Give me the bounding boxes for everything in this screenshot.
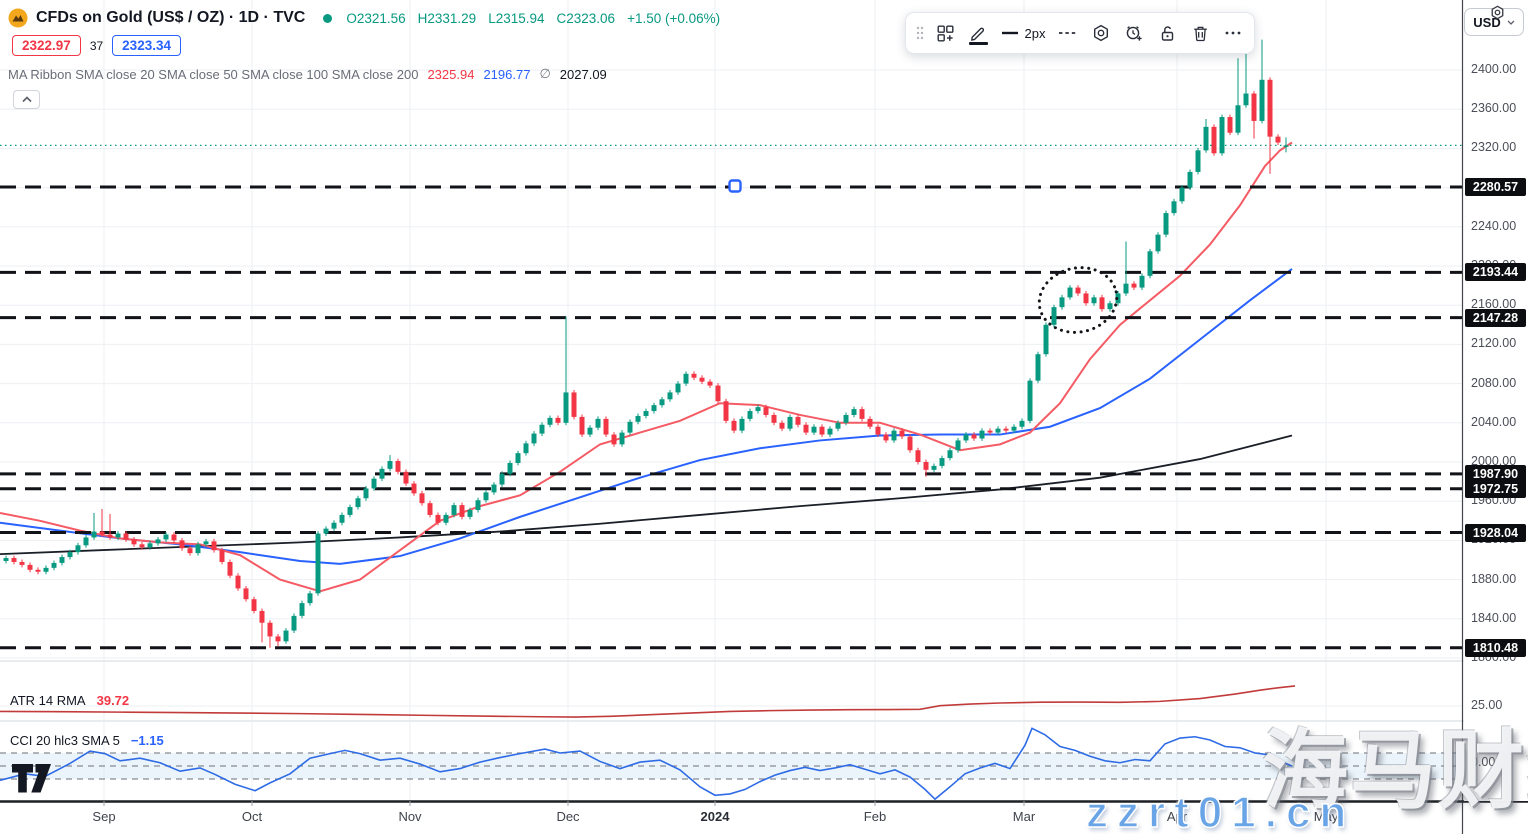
price-level-badge: 2193.44	[1465, 263, 1526, 281]
tradingview-logo[interactable]	[12, 764, 52, 793]
price-tick-label: 2240.00	[1471, 219, 1516, 233]
line-style-button[interactable]	[1052, 18, 1084, 48]
price-tick-label: 2320.00	[1471, 140, 1516, 154]
price-level-badge: 2147.28	[1465, 309, 1526, 327]
price-tick-label: 2360.00	[1471, 101, 1516, 115]
price-tick-label: 1880.00	[1471, 572, 1516, 586]
ohlc-close: C2323.06	[557, 11, 616, 26]
settings-gear-icon	[1092, 24, 1110, 42]
cci-legend-row[interactable]: CCI 20 hlc3 SMA 5 −1.15	[10, 733, 164, 748]
ma-ribbon-sma20-value: 2325.94	[427, 67, 474, 82]
pencil-icon	[970, 25, 987, 42]
gear-icon	[1490, 5, 1505, 20]
toolbar-drag-handle[interactable]	[912, 18, 928, 48]
timezone-settings-button[interactable]	[1490, 5, 1505, 25]
chevron-up-icon	[22, 96, 32, 103]
lock-drawing-button[interactable]	[1151, 18, 1183, 48]
ma-ribbon-lines	[0, 143, 1292, 592]
drawing-template-button[interactable]	[929, 18, 961, 48]
ma-ribbon-sma50-value: 2196.77	[483, 67, 530, 82]
grid-lines	[0, 0, 1462, 801]
ma-ribbon-label: MA Ribbon SMA close 20 SMA close 50 SMA …	[8, 67, 418, 82]
price-tick-label: 2080.00	[1471, 376, 1516, 390]
price-level-badge: 1928.04	[1465, 524, 1526, 542]
ohlc-change: +1.50 (+0.06%)	[627, 11, 720, 26]
template-icon	[937, 25, 954, 42]
support-resistance-lines[interactable]	[0, 187, 1462, 648]
dashed-line-icon	[1058, 30, 1078, 36]
time-tick-label: Dec	[556, 809, 579, 824]
market-status-dot[interactable]	[323, 14, 332, 23]
indicator-lines	[0, 686, 1295, 799]
price-tick-label: 1840.00	[1471, 611, 1516, 625]
symbol-legend-row: CFDs on Gold (US$ / OZ) · 1D · TVC O2321…	[8, 8, 720, 28]
ohlc-low: L2315.94	[488, 11, 544, 26]
legend-collapse-button[interactable]	[13, 90, 40, 109]
price-tick-label: 2400.00	[1471, 62, 1516, 76]
atr-value: 39.72	[97, 693, 130, 708]
add-alert-button[interactable]	[1118, 18, 1150, 48]
line-width-icon	[1001, 30, 1019, 36]
price-axis[interactable]: 2400.002360.002320.002280.002240.002200.…	[1464, 0, 1528, 801]
ohlc-open: O2321.56	[346, 11, 405, 26]
ma-ribbon-sma100-value: 2027.09	[560, 67, 607, 82]
watermark-site-url: zzrt01.cn	[1086, 788, 1355, 834]
time-tick-label: Mar	[1013, 809, 1035, 824]
alert-clock-icon	[1125, 24, 1143, 42]
drawing-anchor-handle[interactable]	[730, 181, 741, 192]
ma-ribbon-legend-row[interactable]: MA Ribbon SMA close 20 SMA close 50 SMA …	[8, 66, 607, 82]
drawing-settings-button[interactable]	[1085, 18, 1117, 48]
chevron-down-icon	[1507, 20, 1515, 25]
price-level-badge: 1810.48	[1465, 639, 1526, 657]
buy-price-button[interactable]: 2323.34	[112, 35, 181, 56]
price-level-badge: 2280.57	[1465, 178, 1526, 196]
selected-color-swatch	[969, 42, 988, 46]
line-width-label: 2px	[1025, 26, 1046, 41]
price-level-badge: 1972.75	[1465, 480, 1526, 498]
time-tick-label: Sep	[92, 809, 115, 824]
time-tick-label: Nov	[398, 809, 421, 824]
cci-label: CCI 20 hlc3 SMA 5	[10, 733, 120, 748]
line-width-button[interactable]: 2px	[995, 18, 1051, 48]
spread-value: 37	[90, 39, 103, 53]
price-tick-label: 2120.00	[1471, 336, 1516, 350]
symbol-title[interactable]: CFDs on Gold (US$ / OZ) · 1D · TVC	[36, 9, 305, 27]
candles-layer	[4, 40, 1289, 648]
ellipsis-icon	[1224, 30, 1242, 36]
unlock-icon	[1159, 25, 1176, 42]
delete-drawing-button[interactable]	[1184, 18, 1216, 48]
atr-label: ATR 14 RMA	[10, 693, 86, 708]
time-tick-label: 2024	[701, 809, 730, 824]
time-tick-label: Feb	[864, 809, 886, 824]
cci-value: −1.15	[131, 733, 164, 748]
drawing-toolbar: 2px	[905, 12, 1255, 54]
cci-guides	[0, 753, 1462, 779]
ohlc-high: H2331.29	[418, 11, 477, 26]
ma-ribbon-avg-symbol: ∅	[539, 66, 550, 82]
price-tick-label: 2040.00	[1471, 415, 1516, 429]
line-color-button[interactable]	[962, 18, 994, 48]
ohlc-values: O2321.56 H2331.29 L2315.94 C2323.06 +1.5…	[346, 11, 720, 26]
atr-legend-row[interactable]: ATR 14 RMA 39.72	[10, 693, 129, 708]
more-options-button[interactable]	[1217, 18, 1249, 48]
drag-dots-icon	[915, 25, 925, 41]
bid-ask-row: 2322.97 37 2323.34	[12, 35, 181, 56]
tradingview-chart-window: CFDs on Gold (US$ / OZ) · 1D · TVC O2321…	[0, 0, 1528, 834]
sell-price-button[interactable]: 2322.97	[12, 35, 81, 56]
trash-icon	[1192, 25, 1209, 42]
time-tick-label: Oct	[242, 809, 262, 824]
gold-symbol-icon	[8, 8, 28, 28]
